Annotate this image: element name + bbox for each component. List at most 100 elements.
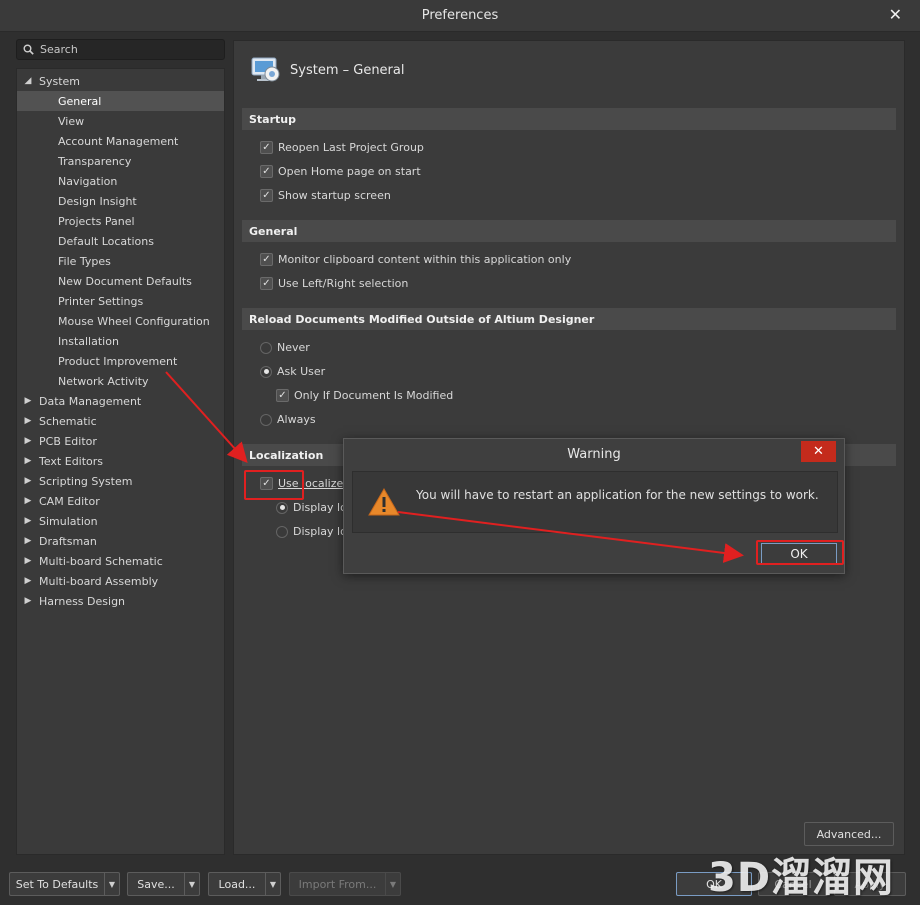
- tree-item-installation[interactable]: Installation: [17, 331, 224, 351]
- tree-item-label: Design Insight: [58, 194, 137, 208]
- radio-icon[interactable]: [276, 525, 288, 538]
- checkbox-only-if-modified[interactable]: ✓ Only If Document Is Modified: [276, 389, 453, 402]
- checkbox-use-localized[interactable]: ✓ Use localized: [260, 477, 350, 490]
- search-input[interactable]: Search: [16, 39, 225, 60]
- save-button[interactable]: Save...: [127, 872, 184, 896]
- checkbox-reopen-last-project-group[interactable]: ✓ Reopen Last Project Group: [260, 141, 424, 154]
- checkmark-icon[interactable]: ✓: [260, 277, 273, 290]
- dropdown-arrow-icon[interactable]: ▼: [184, 872, 200, 896]
- set-to-defaults-dropdown[interactable]: Set To Defaults ▼: [9, 872, 120, 896]
- tree-item-multi-board-schematic[interactable]: ▶ Multi-board Schematic: [17, 551, 224, 571]
- expanded-arrow-icon[interactable]: ◢: [17, 76, 39, 86]
- tree-item-navigation[interactable]: Navigation: [17, 171, 224, 191]
- dialog-message: You will have to restart an application …: [416, 488, 819, 502]
- tree-item-file-types[interactable]: File Types: [17, 251, 224, 271]
- radio-never[interactable]: Never: [260, 341, 310, 354]
- radio-selected-icon[interactable]: [260, 365, 272, 378]
- dropdown-arrow-icon[interactable]: ▼: [104, 872, 120, 896]
- collapsed-arrow-icon[interactable]: ▶: [17, 536, 39, 546]
- tree-item-schematic[interactable]: ▶ Schematic: [17, 411, 224, 431]
- option-label: Show startup screen: [278, 189, 391, 202]
- collapsed-arrow-icon[interactable]: ▶: [17, 476, 39, 486]
- watermark-logo: 3D溜溜网: [708, 855, 895, 901]
- tree-item-label: View: [58, 114, 85, 128]
- collapsed-arrow-icon[interactable]: ▶: [17, 496, 39, 506]
- tree-item-label: Account Management: [58, 134, 179, 148]
- collapsed-arrow-icon[interactable]: ▶: [17, 516, 39, 526]
- tree-item-label: Default Locations: [58, 234, 154, 248]
- collapsed-arrow-icon[interactable]: ▶: [17, 556, 39, 566]
- load-dropdown[interactable]: Load... ▼: [208, 872, 281, 896]
- collapsed-arrow-icon[interactable]: ▶: [17, 456, 39, 466]
- tree-item-view[interactable]: View: [17, 111, 224, 131]
- set-to-defaults-button[interactable]: Set To Defaults: [9, 872, 104, 896]
- checkbox-show-startup-screen[interactable]: ✓ Show startup screen: [260, 189, 391, 202]
- tree-item-printer-settings[interactable]: Printer Settings: [17, 291, 224, 311]
- tree-item-label: Harness Design: [39, 594, 126, 608]
- radio-display-localized-2[interactable]: Display loc: [276, 525, 353, 538]
- collapsed-arrow-icon[interactable]: ▶: [17, 396, 39, 406]
- tree-item-transparency[interactable]: Transparency: [17, 151, 224, 171]
- tree-item-label: Data Management: [39, 394, 142, 408]
- checkmark-icon[interactable]: ✓: [276, 389, 289, 402]
- tree-item-system[interactable]: ◢ System: [17, 71, 224, 91]
- tree-item-label: CAM Editor: [39, 494, 100, 508]
- dropdown-arrow-icon[interactable]: ▼: [265, 872, 281, 896]
- collapsed-arrow-icon[interactable]: ▶: [17, 416, 39, 426]
- tree-item-default-locations[interactable]: Default Locations: [17, 231, 224, 251]
- tree-item-draftsman[interactable]: ▶ Draftsman: [17, 531, 224, 551]
- tree-item-label: PCB Editor: [39, 434, 97, 448]
- radio-selected-icon[interactable]: [276, 501, 288, 514]
- tree-item-design-insight[interactable]: Design Insight: [17, 191, 224, 211]
- tree-item-projects-panel[interactable]: Projects Panel: [17, 211, 224, 231]
- tree-item-network-activity[interactable]: Network Activity: [17, 371, 224, 391]
- tree-item-data-management[interactable]: ▶ Data Management: [17, 391, 224, 411]
- checkmark-icon[interactable]: ✓: [260, 165, 273, 178]
- section-title: Reload Documents Modified Outside of Alt…: [249, 312, 595, 326]
- radio-icon[interactable]: [260, 413, 272, 426]
- advanced-button[interactable]: Advanced...: [804, 822, 894, 846]
- import-from-dropdown[interactable]: Import From... ▼: [289, 872, 401, 896]
- tree-item-general[interactable]: General: [17, 91, 224, 111]
- tree-item-harness-design[interactable]: ▶ Harness Design: [17, 591, 224, 611]
- checkbox-open-home-page[interactable]: ✓ Open Home page on start: [260, 165, 421, 178]
- tree-item-label: File Types: [58, 254, 111, 268]
- radio-always[interactable]: Always: [260, 413, 316, 426]
- checkmark-icon[interactable]: ✓: [260, 141, 273, 154]
- checkbox-left-right-selection[interactable]: ✓ Use Left/Right selection: [260, 277, 408, 290]
- tree-item-mouse-wheel-configuration[interactable]: Mouse Wheel Configuration: [17, 311, 224, 331]
- tree-item-cam-editor[interactable]: ▶ CAM Editor: [17, 491, 224, 511]
- dialog-close-icon[interactable]: ✕: [801, 441, 836, 462]
- page-header: System – General: [250, 55, 404, 85]
- collapsed-arrow-icon[interactable]: ▶: [17, 436, 39, 446]
- radio-ask-user[interactable]: Ask User: [260, 365, 325, 378]
- checkmark-icon[interactable]: ✓: [260, 253, 273, 266]
- radio-display-localized-1[interactable]: Display loc: [276, 501, 353, 514]
- tree-item-pcb-editor[interactable]: ▶ PCB Editor: [17, 431, 224, 451]
- tree-item-label: Mouse Wheel Configuration: [58, 314, 210, 328]
- import-from-button[interactable]: Import From...: [289, 872, 385, 896]
- option-label: Only If Document Is Modified: [294, 389, 454, 402]
- system-general-icon: [251, 57, 280, 82]
- tree-item-label: Product Improvement: [58, 354, 178, 368]
- tree-item-scripting-system[interactable]: ▶ Scripting System: [17, 471, 224, 491]
- load-button[interactable]: Load...: [208, 872, 265, 896]
- tree-item-text-editors[interactable]: ▶ Text Editors: [17, 451, 224, 471]
- dropdown-arrow-icon[interactable]: ▼: [385, 872, 401, 896]
- tree-item-label: System: [39, 74, 81, 88]
- checkbox-monitor-clipboard[interactable]: ✓ Monitor clipboard content within this a…: [260, 253, 571, 266]
- radio-icon[interactable]: [260, 341, 272, 354]
- checkmark-icon[interactable]: ✓: [260, 189, 273, 202]
- tree-item-multi-board-assembly[interactable]: ▶ Multi-board Assembly: [17, 571, 224, 591]
- tree-item-product-improvement[interactable]: Product Improvement: [17, 351, 224, 371]
- collapsed-arrow-icon[interactable]: ▶: [17, 576, 39, 586]
- save-dropdown[interactable]: Save... ▼: [127, 872, 200, 896]
- tree-item-new-document-defaults[interactable]: New Document Defaults: [17, 271, 224, 291]
- tree-item-account-management[interactable]: Account Management: [17, 131, 224, 151]
- checkmark-icon[interactable]: ✓: [260, 477, 273, 490]
- tree-item-label: Network Activity: [58, 374, 149, 388]
- collapsed-arrow-icon[interactable]: ▶: [17, 596, 39, 606]
- close-icon[interactable]: ✕: [889, 5, 902, 24]
- dialog-ok-button[interactable]: OK: [761, 543, 837, 564]
- tree-item-simulation[interactable]: ▶ Simulation: [17, 511, 224, 531]
